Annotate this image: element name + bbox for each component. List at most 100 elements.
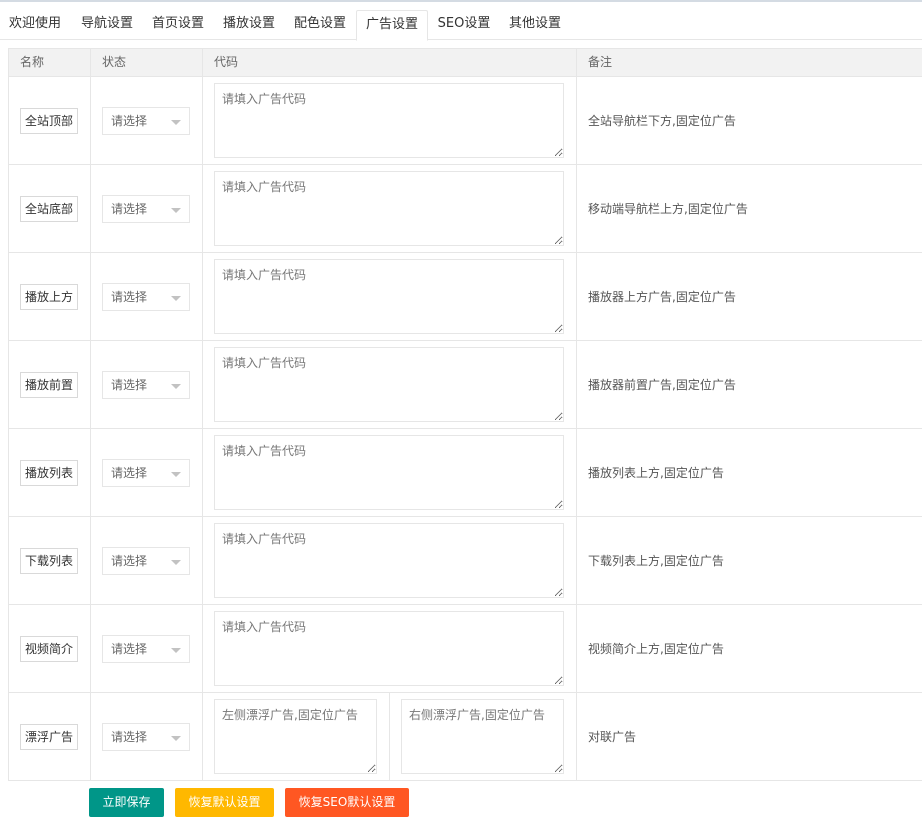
cell-status: 请选择 [91, 165, 203, 253]
header-note: 备注 [588, 55, 613, 69]
cell-code-right [390, 693, 577, 781]
ad-note: 下载列表上方,固定位广告 [588, 554, 724, 568]
reset-seo-defaults-button[interactable]: 恢复SEO默认设置 [285, 788, 409, 817]
ad-code-textarea[interactable] [214, 523, 564, 598]
status-select-value: 请选择 [111, 466, 148, 480]
status-select[interactable]: 请选择 [102, 723, 190, 751]
ad-name-label: 下载列表 [20, 548, 78, 574]
float-right-code-textarea[interactable] [401, 699, 564, 774]
tab-ads[interactable]: 广告设置 [356, 10, 428, 41]
ad-name-label: 播放前置 [20, 372, 78, 398]
cell-note: 播放器上方广告,固定位广告 [577, 253, 922, 341]
table-row: 视频简介 请选择 视频简介上方,固定位广告 [9, 605, 922, 693]
reset-defaults-button[interactable]: 恢复默认设置 [175, 788, 274, 817]
table-row: 下载列表 请选择 下载列表上方,固定位广告 [9, 517, 922, 605]
cell-note: 全站导航栏下方,固定位广告 [577, 77, 922, 165]
cell-note: 播放器前置广告,固定位广告 [577, 341, 922, 429]
cell-code [203, 341, 577, 429]
cell-code [203, 165, 577, 253]
chevron-down-icon [171, 384, 181, 389]
cell-name: 下载列表 [9, 517, 91, 605]
chevron-down-icon [171, 648, 181, 653]
ad-code-textarea[interactable] [214, 611, 564, 686]
ad-note: 播放器上方广告,固定位广告 [588, 290, 736, 304]
cell-status: 请选择 [91, 429, 203, 517]
ad-code-textarea[interactable] [214, 259, 564, 334]
chevron-down-icon [171, 736, 181, 741]
tab-colors[interactable]: 配色设置 [287, 10, 353, 40]
ad-name-label: 播放上方 [20, 284, 78, 310]
ad-name-label: 全站顶部 [20, 108, 78, 134]
ad-note: 播放器前置广告,固定位广告 [588, 378, 736, 392]
table-row: 播放列表 请选择 播放列表上方,固定位广告 [9, 429, 922, 517]
cell-note: 下载列表上方,固定位广告 [577, 517, 922, 605]
table-header: 名称 状态 代码 备注 [9, 49, 922, 77]
ad-note: 视频简介上方,固定位广告 [588, 642, 724, 656]
cell-name: 播放列表 [9, 429, 91, 517]
status-select[interactable]: 请选择 [102, 547, 190, 575]
ad-note: 播放列表上方,固定位广告 [588, 466, 724, 480]
save-button[interactable]: 立即保存 [89, 788, 164, 817]
cell-status: 请选择 [91, 693, 203, 781]
chevron-down-icon [171, 120, 181, 125]
ad-name-label: 漂浮广告 [20, 724, 78, 750]
cell-status: 请选择 [91, 77, 203, 165]
status-select-value: 请选择 [111, 202, 148, 216]
ad-code-textarea[interactable] [214, 435, 564, 510]
chevron-down-icon [171, 296, 181, 301]
ad-name-label: 全站底部 [20, 196, 78, 222]
cell-name: 全站顶部 [9, 77, 91, 165]
table-row: 全站底部 请选择 移动端导航栏上方,固定位广告 [9, 165, 922, 253]
ad-code-textarea[interactable] [214, 171, 564, 246]
table-row-float: 漂浮广告 请选择 对联广告 [9, 693, 922, 781]
header-status: 状态 [91, 49, 203, 77]
cell-code [203, 429, 577, 517]
tab-other[interactable]: 其他设置 [500, 10, 570, 40]
float-left-code-textarea[interactable] [214, 699, 377, 774]
status-select[interactable]: 请选择 [102, 107, 190, 135]
cell-code [203, 605, 577, 693]
status-select[interactable]: 请选择 [102, 371, 190, 399]
status-select-value: 请选择 [111, 730, 148, 744]
tab-navigation[interactable]: 导航设置 [74, 10, 140, 40]
table-row: 播放前置 请选择 播放器前置广告,固定位广告 [9, 341, 922, 429]
tab-homepage[interactable]: 首页设置 [145, 10, 211, 40]
status-select-value: 请选择 [111, 114, 148, 128]
chevron-down-icon [171, 208, 181, 213]
status-select-value: 请选择 [111, 554, 148, 568]
tab-player[interactable]: 播放设置 [216, 10, 282, 40]
status-select[interactable]: 请选择 [102, 283, 190, 311]
table-row: 播放上方 请选择 播放器上方广告,固定位广告 [9, 253, 922, 341]
cell-code [203, 517, 577, 605]
cell-name: 视频简介 [9, 605, 91, 693]
status-select-value: 请选择 [111, 642, 148, 656]
cell-name: 播放上方 [9, 253, 91, 341]
ads-table: 名称 状态 代码 备注 全站顶部请选择全站导航栏下方,固定位广告全站底部请选择移… [8, 48, 922, 781]
status-select[interactable]: 请选择 [102, 195, 190, 223]
settings-tabs: 欢迎使用 导航设置 首页设置 播放设置 配色设置 广告设置 SEO设置 其他设置 [0, 10, 922, 41]
ad-note: 移动端导航栏上方,固定位广告 [588, 202, 748, 216]
cell-status: 请选择 [91, 517, 203, 605]
table-row: 全站顶部 请选择 全站导航栏下方,固定位广告 [9, 77, 922, 165]
ad-code-textarea[interactable] [214, 83, 564, 158]
tab-welcome[interactable]: 欢迎使用 [4, 10, 66, 40]
status-select[interactable]: 请选择 [102, 459, 190, 487]
chevron-down-icon [171, 560, 181, 565]
chevron-down-icon [171, 472, 181, 477]
cell-note: 视频简介上方,固定位广告 [577, 605, 922, 693]
top-border [0, 0, 922, 2]
status-select[interactable]: 请选择 [102, 635, 190, 663]
cell-status: 请选择 [91, 253, 203, 341]
ad-code-textarea[interactable] [214, 347, 564, 422]
cell-code [203, 253, 577, 341]
ad-note: 全站导航栏下方,固定位广告 [588, 114, 736, 128]
tab-seo[interactable]: SEO设置 [431, 10, 497, 40]
cell-name: 播放前置 [9, 341, 91, 429]
header-code: 代码 [203, 49, 577, 77]
ad-name-label: 视频简介 [20, 636, 78, 662]
header-name: 名称 [9, 49, 91, 77]
cell-name: 全站底部 [9, 165, 91, 253]
ad-note: 对联广告 [588, 730, 637, 744]
cell-status: 请选择 [91, 341, 203, 429]
cell-code-left [203, 693, 390, 781]
